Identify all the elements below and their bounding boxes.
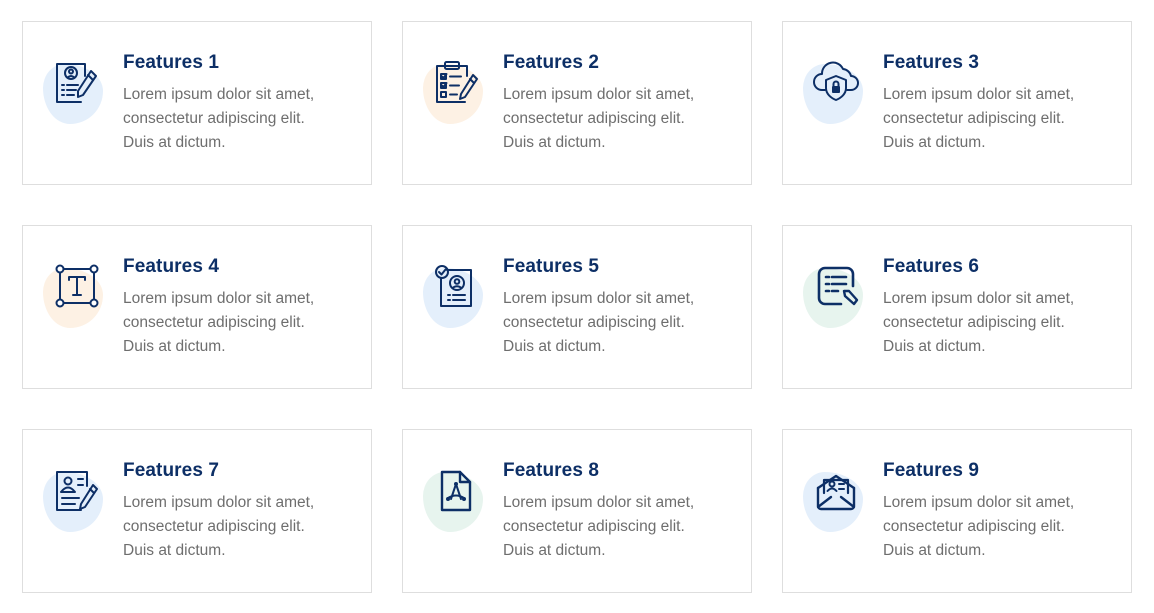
feature-description-line: Duis at dictum.: [883, 338, 986, 355]
feature-description-line: consectetur adipiscing elit.: [883, 110, 1065, 127]
feature-icon-wrap: [423, 262, 487, 328]
feature-description: Lorem ipsum dolor sit amet, consectetur a…: [503, 83, 743, 155]
feature-description-line: Duis at dictum.: [123, 542, 226, 559]
feature-card-7: Features 7 Lorem ipsum dolor sit amet, co…: [22, 429, 372, 593]
feature-card-4: Features 4 Lorem ipsum dolor sit amet, co…: [22, 225, 372, 389]
feature-description-line: Lorem ipsum dolor sit amet,: [883, 290, 1075, 307]
edit-document-icon: [817, 266, 859, 306]
feature-card-2: Features 2 Lorem ipsum dolor sit amet, co…: [402, 21, 752, 185]
feature-description-line: Lorem ipsum dolor sit amet,: [123, 290, 315, 307]
feature-title: Features 6: [883, 256, 980, 277]
feature-title: Features 1: [123, 52, 220, 73]
feature-description-line: Duis at dictum.: [503, 542, 606, 559]
feature-description-line: consectetur adipiscing elit.: [883, 518, 1065, 535]
contact-card-pen-icon: [56, 471, 98, 511]
feature-card-1: Features 1 Lorem ipsum dolor sit amet, co…: [22, 21, 372, 185]
feature-icon-wrap: [423, 58, 487, 124]
feature-title: Features 9: [883, 460, 980, 481]
feature-icon-wrap: [423, 466, 487, 532]
feature-title: Features 5: [503, 256, 600, 277]
feature-icon-wrap: [803, 58, 867, 124]
feature-card-5: Features 5 Lorem ipsum dolor sit amet, co…: [402, 225, 752, 389]
feature-description: Lorem ipsum dolor sit amet, consectetur a…: [883, 491, 1123, 563]
feature-description-line: Duis at dictum.: [503, 134, 606, 151]
feature-description-line: consectetur adipiscing elit.: [123, 314, 305, 331]
verified-profile-icon: [435, 265, 472, 307]
feature-icon-wrap: [43, 466, 107, 532]
feature-title: Features 4: [123, 256, 220, 277]
feature-description: Lorem ipsum dolor sit amet, consectetur a…: [883, 83, 1123, 155]
feature-description: Lorem ipsum dolor sit amet, consectetur a…: [123, 491, 363, 563]
feature-icon-wrap: [43, 58, 107, 124]
feature-description-line: consectetur adipiscing elit.: [123, 110, 305, 127]
features-grid: Features 1 Lorem ipsum dolor sit amet, co…: [22, 21, 1132, 593]
feature-description-line: consectetur adipiscing elit.: [883, 314, 1065, 331]
feature-description: Lorem ipsum dolor sit amet, consectetur a…: [123, 83, 363, 155]
feature-description-line: Duis at dictum.: [123, 134, 226, 151]
feature-description-line: Lorem ipsum dolor sit amet,: [503, 494, 695, 511]
feature-description-line: Lorem ipsum dolor sit amet,: [883, 86, 1075, 103]
feature-icon-wrap: [803, 262, 867, 328]
feature-description-line: Duis at dictum.: [503, 338, 606, 355]
clipboard-checklist-icon: [436, 61, 478, 103]
feature-description-line: consectetur adipiscing elit.: [123, 518, 305, 535]
pdf-file-icon: [440, 470, 472, 512]
feature-title: Features 2: [503, 52, 600, 73]
feature-description: Lorem ipsum dolor sit amet, consectetur a…: [503, 287, 743, 359]
cloud-security-icon: [813, 61, 859, 101]
feature-title: Features 8: [503, 460, 600, 481]
feature-title: Features 3: [883, 52, 980, 73]
resume-pen-icon: [56, 63, 97, 103]
feature-description-line: Lorem ipsum dolor sit amet,: [503, 86, 695, 103]
feature-card-3: Features 3 Lorem ipsum dolor sit amet, co…: [782, 21, 1132, 185]
feature-icon-wrap: [803, 466, 867, 532]
feature-card-9: Features 9 Lorem ipsum dolor sit amet, co…: [782, 429, 1132, 593]
feature-icon-wrap: [43, 262, 107, 328]
feature-description-line: consectetur adipiscing elit.: [503, 110, 685, 127]
feature-description-line: consectetur adipiscing elit.: [503, 518, 685, 535]
feature-description-line: Lorem ipsum dolor sit amet,: [123, 86, 315, 103]
contact-envelope-icon: [816, 474, 856, 511]
feature-description-line: consectetur adipiscing elit.: [503, 314, 685, 331]
feature-description-line: Lorem ipsum dolor sit amet,: [883, 494, 1075, 511]
feature-description: Lorem ipsum dolor sit amet, consectetur a…: [883, 287, 1123, 359]
feature-description: Lorem ipsum dolor sit amet, consectetur a…: [123, 287, 363, 359]
feature-description-line: Lorem ipsum dolor sit amet,: [123, 494, 315, 511]
feature-title: Features 7: [123, 460, 220, 481]
feature-description: Lorem ipsum dolor sit amet, consectetur a…: [503, 491, 743, 563]
text-box-icon: [55, 264, 99, 308]
feature-description-line: Duis at dictum.: [123, 338, 226, 355]
feature-description-line: Lorem ipsum dolor sit amet,: [503, 290, 695, 307]
feature-card-8: Features 8 Lorem ipsum dolor sit amet, co…: [402, 429, 752, 593]
feature-description-line: Duis at dictum.: [883, 542, 986, 559]
feature-description-line: Duis at dictum.: [883, 134, 986, 151]
feature-card-6: Features 6 Lorem ipsum dolor sit amet, co…: [782, 225, 1132, 389]
